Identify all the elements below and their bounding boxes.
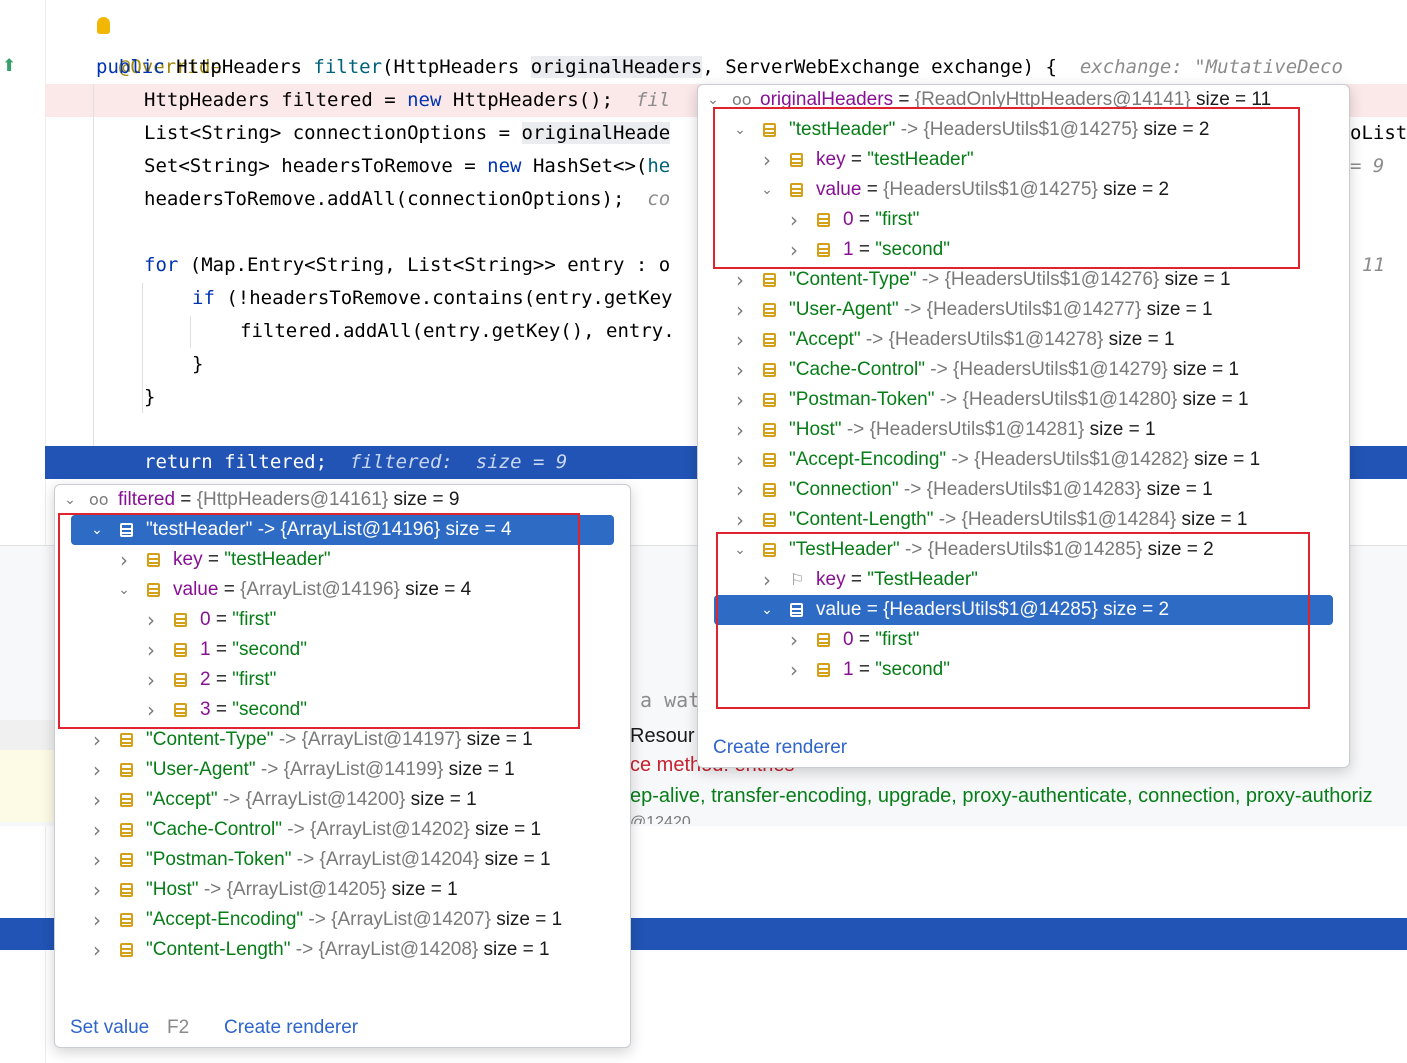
chevron-down-icon[interactable]: ⌄	[63, 485, 77, 515]
chevron-right-icon[interactable]: ›	[90, 755, 104, 785]
watch-glasses-icon: oo	[89, 490, 109, 509]
code-line-annotation: @Override	[96, 18, 222, 78]
popup-header-filtered[interactable]: ⌄ oo filtered = {HttpHeaders@14161} size…	[55, 485, 630, 515]
field-list-icon	[763, 453, 776, 467]
tree-row-entry[interactable]: › "Content-Length" -> {ArrayList@14208} s…	[55, 935, 630, 965]
annotation-box-TestHeader-original	[716, 532, 1310, 709]
field-list-icon	[763, 423, 776, 437]
tree-row-entry[interactable]: › "Content-Type" -> {HeadersUtils$1@14276…	[698, 265, 1349, 295]
field-list-icon	[120, 763, 133, 777]
field-list-icon	[763, 273, 776, 287]
field-list-icon	[763, 363, 776, 377]
code-line-add-all: headersToRemove.addAll(connectionOptions…	[144, 188, 671, 210]
chevron-right-icon[interactable]: ›	[90, 935, 104, 965]
chevron-right-icon[interactable]: ›	[733, 385, 747, 415]
code-line-signature: public HttpHeaders filter(HttpHeaders or…	[96, 56, 1343, 78]
field-list-icon	[763, 513, 776, 527]
field-list-icon	[120, 793, 133, 807]
tree-row-entry[interactable]: › "Accept" -> {HeadersUtils$1@14278} size…	[698, 325, 1349, 355]
tree-row-entry[interactable]: › "Accept-Encoding" -> {HeadersUtils$1@14…	[698, 445, 1349, 475]
field-list-icon	[120, 733, 133, 747]
shortcut-f2: F2	[167, 1017, 190, 1038]
chevron-right-icon[interactable]: ›	[90, 815, 104, 845]
param-originalHeaders[interactable]: originalHeaders	[530, 56, 703, 78]
panel-text-connection-values: ep-alive, transfer-encoding, upgrade, pr…	[630, 785, 1373, 807]
tree-row-entry[interactable]: › "Content-Type" -> {ArrayList@14197} siz…	[55, 725, 630, 755]
tree-row-entry[interactable]: › "Postman-Token" -> {HeadersUtils$1@1428…	[698, 385, 1349, 415]
inline-hint-11: 11	[1362, 254, 1385, 276]
code-line-filtered: HttpHeaders filtered = new HttpHeaders()…	[144, 89, 671, 111]
panel-row-warning	[0, 750, 60, 822]
editor-gutter: ⬆	[0, 0, 46, 1063]
chevron-right-icon[interactable]: ›	[90, 845, 104, 875]
indent-guide	[142, 283, 143, 413]
panel-text-ref: @12420	[630, 814, 691, 824]
tree-row-entry[interactable]: › "Connection" -> {HeadersUtils$1@14283} …	[698, 475, 1349, 505]
field-list-icon	[763, 303, 776, 317]
code-line-filtered-add: filtered.addAll(entry.getKey(), entry.	[240, 320, 675, 342]
inline-hint-size-9: = 9	[1350, 155, 1385, 177]
tree-row-entry[interactable]: › "Content-Length" -> {HeadersUtils$1@142…	[698, 505, 1349, 535]
field-list-icon	[120, 943, 133, 957]
field-list-icon	[120, 913, 133, 927]
create-renderer-link[interactable]: Create renderer	[224, 1017, 358, 1039]
field-list-icon	[763, 483, 776, 497]
tree-row-entry[interactable]: › "User-Agent" -> {ArrayList@14199} size …	[55, 755, 630, 785]
tree-row-entry[interactable]: › "Cache-Control" -> {ArrayList@14202} si…	[55, 815, 630, 845]
annotation-box-testHeader-original	[713, 107, 1300, 269]
chevron-right-icon[interactable]: ›	[733, 445, 747, 475]
code-line-if: if (!headersToRemove.contains(entry.getK…	[192, 287, 673, 309]
tree-row-entry[interactable]: › "Cache-Control" -> {HeadersUtils$1@1427…	[698, 355, 1349, 385]
watch-hint-text: a wat	[640, 688, 701, 712]
field-list-icon	[120, 883, 133, 897]
tree-row-entry[interactable]: › "Host" -> {ArrayList@14205} size = 1	[55, 875, 630, 905]
chevron-right-icon[interactable]: ›	[733, 265, 747, 295]
chevron-right-icon[interactable]: ›	[90, 875, 104, 905]
annotation-box-testHeader-filtered	[58, 513, 580, 729]
indent-guide	[190, 316, 191, 348]
code-line-for: for (Map.Entry<String, List<String>> ent…	[144, 254, 671, 276]
code-line-connection-options: List<String> connectionOptions = origina…	[144, 122, 671, 144]
tree-row-entry[interactable]: › "User-Agent" -> {HeadersUtils$1@14277} …	[698, 295, 1349, 325]
panel-text-resource: Resour	[630, 725, 695, 747]
tree-row-entry[interactable]: › "Host" -> {HeadersUtils$1@14281} size =…	[698, 415, 1349, 445]
chevron-right-icon[interactable]: ›	[90, 785, 104, 815]
code-line-tail: oList(	[1350, 122, 1407, 144]
chevron-right-icon[interactable]: ›	[733, 325, 747, 355]
field-list-icon	[120, 853, 133, 867]
chevron-right-icon[interactable]: ›	[90, 725, 104, 755]
field-list-icon	[763, 333, 776, 347]
panel-row-highlight	[0, 720, 60, 750]
code-line-return: return filtered; filtered: size = 9	[144, 451, 568, 473]
set-value-link[interactable]: Set value	[70, 1017, 149, 1039]
field-list-icon	[763, 393, 776, 407]
intention-bulb-icon[interactable]	[97, 17, 110, 34]
create-renderer-link[interactable]: Create renderer	[713, 737, 847, 759]
code-line-close-if: }	[192, 353, 204, 375]
chevron-right-icon[interactable]: ›	[733, 295, 747, 325]
chevron-right-icon[interactable]: ›	[733, 475, 747, 505]
chevron-right-icon[interactable]: ›	[733, 415, 747, 445]
override-method-icon[interactable]: ⬆	[2, 56, 16, 76]
chevron-right-icon[interactable]: ›	[90, 905, 104, 935]
tree-row-entry[interactable]: › "Accept-Encoding" -> {ArrayList@14207} …	[55, 905, 630, 935]
tree-row-entry[interactable]: › "Accept" -> {ArrayList@14200} size = 1	[55, 785, 630, 815]
code-line-headers-to-remove: Set<String> headersToRemove = new HashSe…	[144, 155, 671, 177]
inline-hint-exchange: exchange: "MutativeDeco	[1079, 56, 1343, 78]
chevron-right-icon[interactable]: ›	[733, 505, 747, 535]
code-line-close-for: }	[144, 386, 156, 408]
field-list-icon	[120, 823, 133, 837]
tree-row-entry[interactable]: › "Postman-Token" -> {ArrayList@14204} si…	[55, 845, 630, 875]
indent-guide	[93, 84, 94, 446]
chevron-right-icon[interactable]: ›	[733, 355, 747, 385]
